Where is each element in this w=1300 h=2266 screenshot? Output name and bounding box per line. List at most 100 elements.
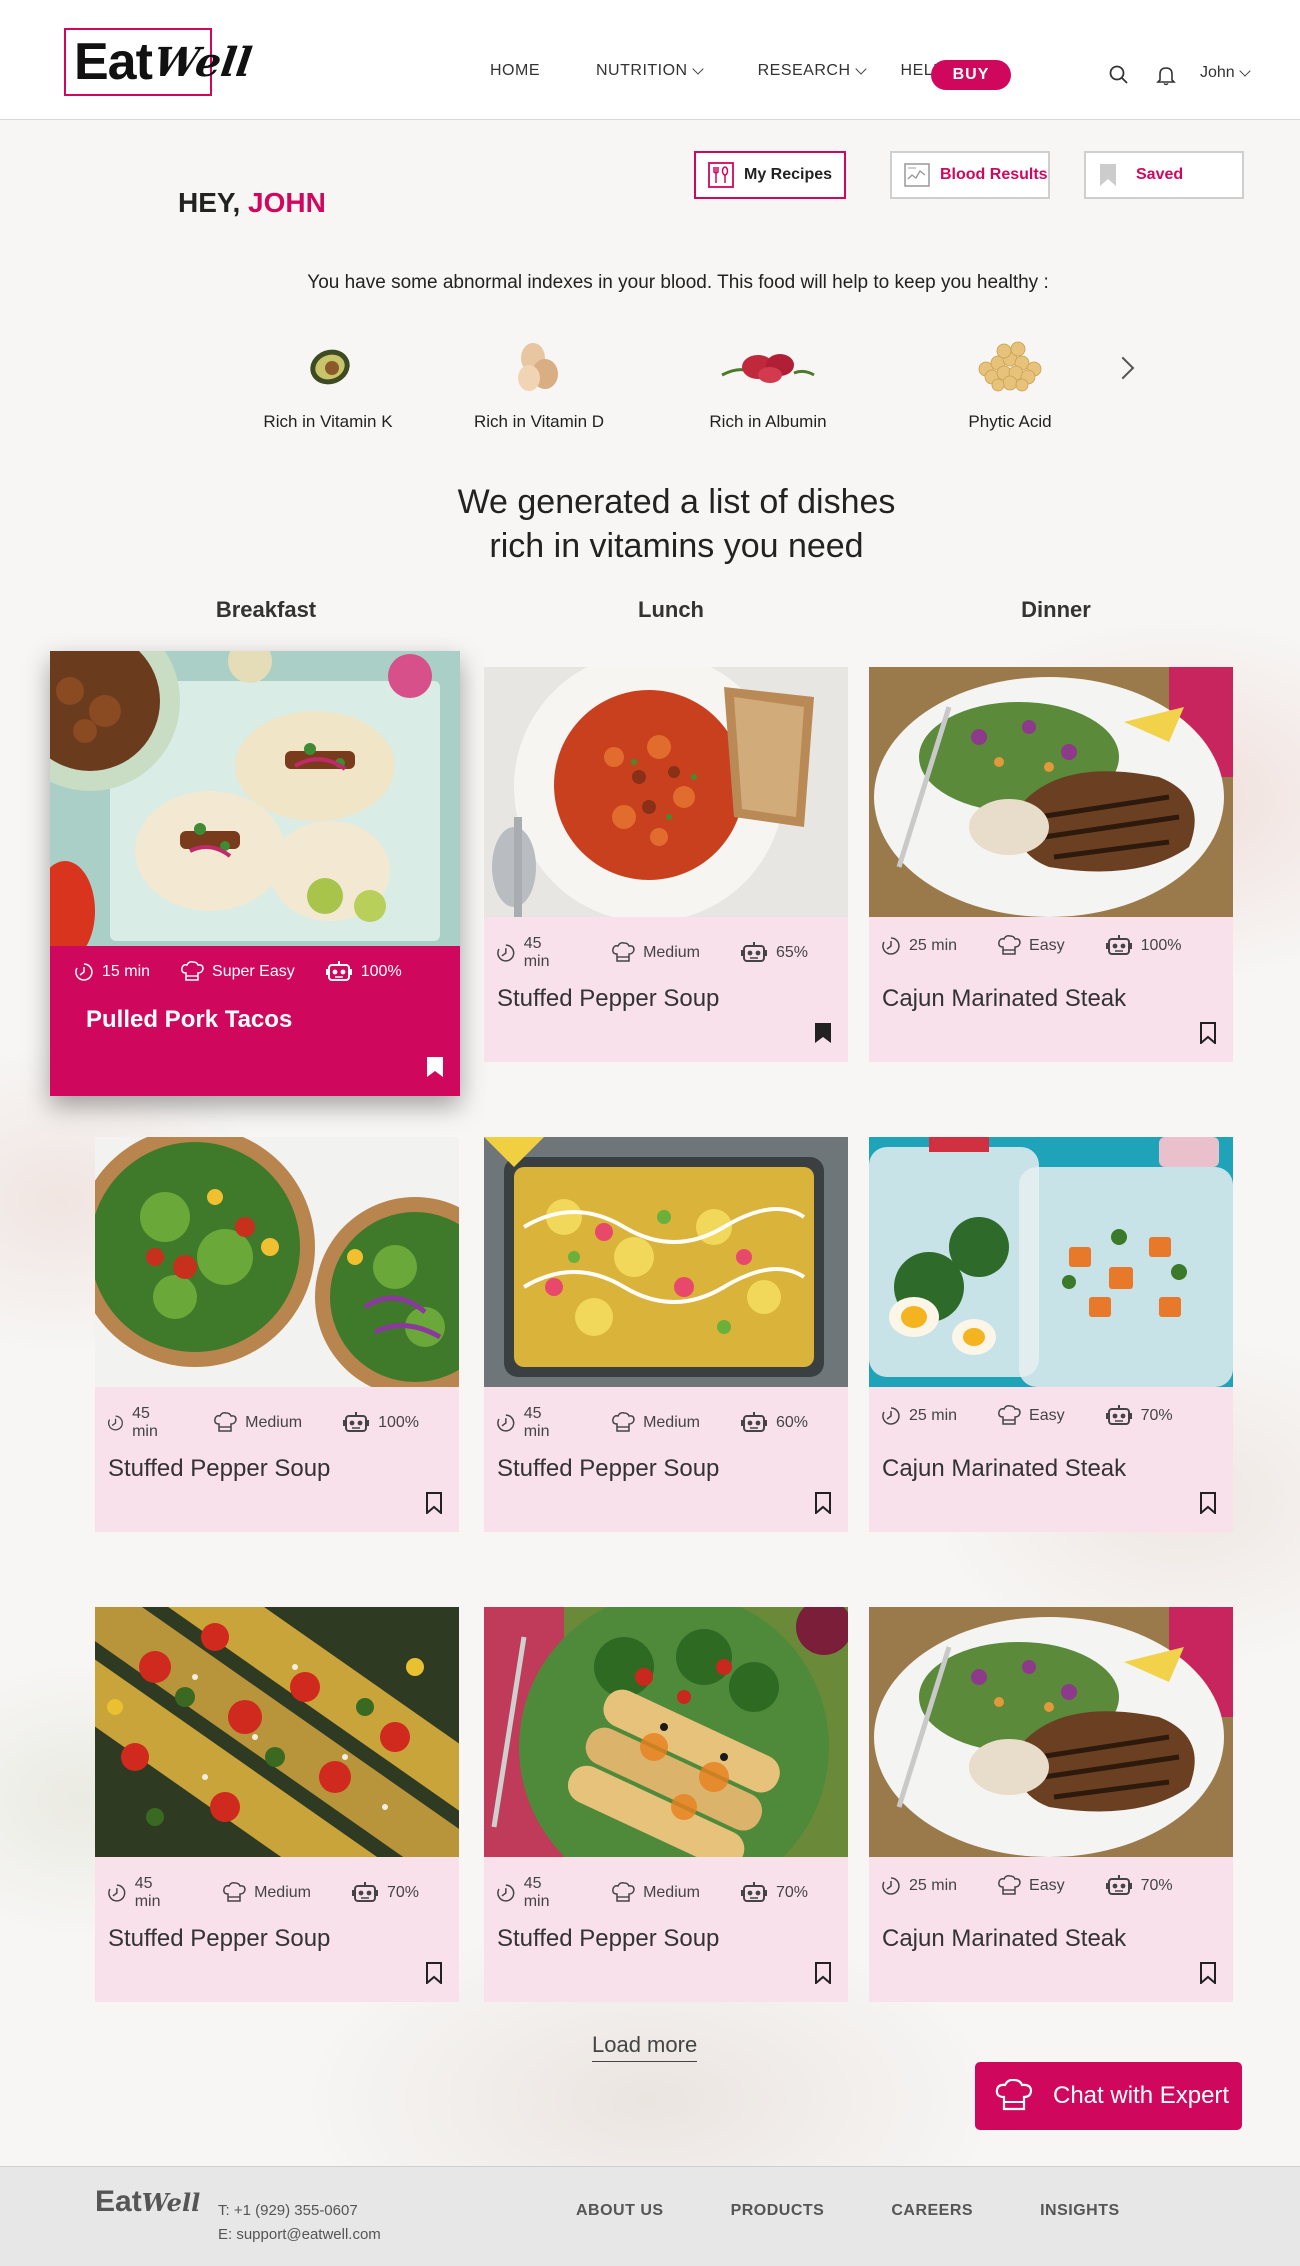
recipe-card[interactable]: 45 min Medium 100% Stuffed Pepper Soup: [95, 1137, 459, 1532]
recipe-meta: 45 min Medium 70%: [107, 1875, 459, 1911]
logo[interactable]: Eat Well: [64, 28, 255, 96]
nav-research-label: RESEARCH: [757, 62, 851, 79]
logo-main: Eat: [74, 33, 153, 91]
headline-line-2: rich in vitamins you need: [489, 527, 864, 565]
nutrient-label: Rich in Albumin: [709, 412, 827, 431]
robot-icon: [325, 961, 353, 983]
main-nav: HOME NUTRITION RESEARCH HELP: [490, 62, 1000, 80]
recipe-title: Stuffed Pepper Soup: [108, 1455, 331, 1482]
buy-button[interactable]: BUY: [931, 60, 1011, 90]
bookmark-filled-icon[interactable]: [426, 1056, 444, 1078]
recipe-photo: [95, 1607, 459, 1857]
footer-link-careers[interactable]: CAREERS: [891, 2202, 973, 2220]
recipe-match: 70%: [775, 1884, 808, 1901]
chef-hat-icon: [213, 1412, 237, 1434]
recipe-time: 45 min: [523, 935, 550, 970]
search-icon[interactable]: [1108, 64, 1130, 86]
column-dinner: Dinner: [1021, 597, 1091, 622]
recipe-meta: 45 min Medium 60%: [496, 1405, 848, 1441]
footer-logo[interactable]: Eat Well: [95, 2185, 200, 2219]
greeting-text: HEY,: [178, 187, 241, 218]
recipe-match: 100%: [378, 1414, 419, 1431]
chat-with-expert-button[interactable]: Chat with Expert: [975, 2062, 1242, 2130]
footer-link-insights[interactable]: INSIGHTS: [1040, 2202, 1120, 2220]
nutrient-label: Phytic Acid: [968, 412, 1052, 431]
nutrient-label: Rich in Vitamin K: [263, 412, 393, 431]
nutrient-vitamin-k[interactable]: Rich in Vitamin K: [238, 330, 418, 432]
chef-hat-icon: [222, 1882, 246, 1904]
nutrient-albumin[interactable]: Rich in Albumin: [678, 330, 858, 432]
bookmark-outline-icon[interactable]: [1199, 1962, 1217, 1984]
clock-icon: [881, 1406, 901, 1426]
recipe-time: 15 min: [102, 963, 151, 980]
recipe-photo: [869, 1137, 1233, 1387]
footer-logo-script: Well: [141, 2188, 201, 2217]
lab-report-icon: [904, 163, 930, 187]
bookmark-outline-icon[interactable]: [1199, 1492, 1217, 1514]
chevron-down-icon: [854, 63, 867, 75]
footer-phone: T: +1 (929) 355-0607: [218, 2202, 358, 2219]
clock-icon: [496, 943, 516, 963]
user-name: John: [1200, 64, 1235, 81]
recipe-card[interactable]: 45 min Medium 70% Stuffed Pepper Soup: [95, 1607, 459, 2002]
robot-icon: [1105, 1875, 1133, 1897]
greeting-name: JOHN: [248, 187, 326, 218]
nutrient-vitamin-d[interactable]: Rich in Vitamin D: [449, 330, 629, 432]
bookmark-outline-icon[interactable]: [425, 1962, 443, 1984]
bell-icon[interactable]: [1155, 64, 1177, 86]
blood-results-button[interactable]: Blood Results: [890, 151, 1050, 199]
footer-email[interactable]: E: support@eatwell.com: [218, 2223, 381, 2247]
nav-research[interactable]: RESEARCH: [757, 62, 867, 80]
robot-icon: [342, 1412, 370, 1434]
recipe-time: 45 min: [132, 1405, 158, 1440]
recipe-match: 100%: [360, 963, 402, 980]
saved-button[interactable]: Saved: [1084, 151, 1244, 199]
recipe-difficulty: Easy: [1029, 1877, 1065, 1894]
chef-hat-icon: [611, 1882, 635, 1904]
chevron-down-icon: [1239, 65, 1251, 77]
clock-icon: [107, 1883, 127, 1903]
footer-link-products[interactable]: PRODUCTS: [731, 2202, 825, 2220]
clock-icon: [107, 1413, 124, 1433]
recipe-meta: 45 min Medium 100%: [107, 1405, 459, 1441]
bookmark-outline-icon[interactable]: [425, 1492, 443, 1514]
recipe-card[interactable]: 25 min Easy 70% Cajun Marinated Steak: [869, 1137, 1233, 1532]
avocado-icon: [310, 349, 350, 385]
robot-icon: [740, 1412, 768, 1434]
bookmark-outline-icon[interactable]: [1199, 1022, 1217, 1044]
user-menu[interactable]: John: [1200, 64, 1251, 82]
nutrient-phytic-acid[interactable]: Phytic Acid: [920, 330, 1100, 432]
recipe-title: Cajun Marinated Steak: [882, 1925, 1127, 1952]
bookmark-filled-icon[interactable]: [814, 1022, 832, 1044]
recipe-card[interactable]: 45 min Medium 70% Stuffed Pepper Soup: [484, 1607, 848, 2002]
load-more-link[interactable]: Load more: [592, 2032, 698, 2062]
recipes-icon: [708, 162, 734, 188]
robot-icon: [740, 942, 768, 964]
recipe-card[interactable]: 15 min Super Easy 100% Pulled Pork Tacos: [50, 651, 460, 1096]
recipe-photo: [484, 667, 848, 917]
recipe-match: 70%: [386, 1884, 419, 1901]
nav-nutrition[interactable]: NUTRITION: [596, 62, 704, 80]
recipe-card[interactable]: 25 min Easy 100% Cajun Marinated Steak: [869, 667, 1233, 1062]
footer-links: ABOUT US PRODUCTS CAREERS INSIGHTS: [576, 2202, 1187, 2220]
my-recipes-label: My Recipes: [744, 166, 833, 183]
nav-home[interactable]: HOME: [490, 62, 540, 80]
recipe-time: 45 min: [134, 1875, 161, 1910]
recipe-meta: 45 min Medium 70%: [496, 1875, 848, 1911]
recipe-photo: [869, 667, 1233, 917]
recipe-card[interactable]: 45 min Medium 65% Stuffed Pepper Soup: [484, 667, 848, 1062]
footer-link-about[interactable]: ABOUT US: [576, 2202, 664, 2220]
bookmark-outline-icon[interactable]: [814, 1492, 832, 1514]
bookmark-outline-icon[interactable]: [814, 1962, 832, 1984]
greeting: HEY, JOHN: [178, 187, 326, 219]
chef-hat-icon: [611, 942, 635, 964]
recipe-photo: [869, 1607, 1233, 1857]
recipe-photo: [484, 1137, 848, 1387]
recipe-meta: 25 min Easy 70%: [881, 1875, 1213, 1897]
my-recipes-button[interactable]: My Recipes: [694, 151, 846, 199]
robot-icon: [740, 1882, 768, 1904]
recipe-card[interactable]: 25 min Easy 70% Cajun Marinated Steak: [869, 1607, 1233, 2002]
recipe-time: 45 min: [523, 1875, 550, 1910]
recipe-card[interactable]: 45 min Medium 60% Stuffed Pepper Soup: [484, 1137, 848, 1532]
headline-line-1: We generated a list of dishes: [457, 483, 896, 521]
